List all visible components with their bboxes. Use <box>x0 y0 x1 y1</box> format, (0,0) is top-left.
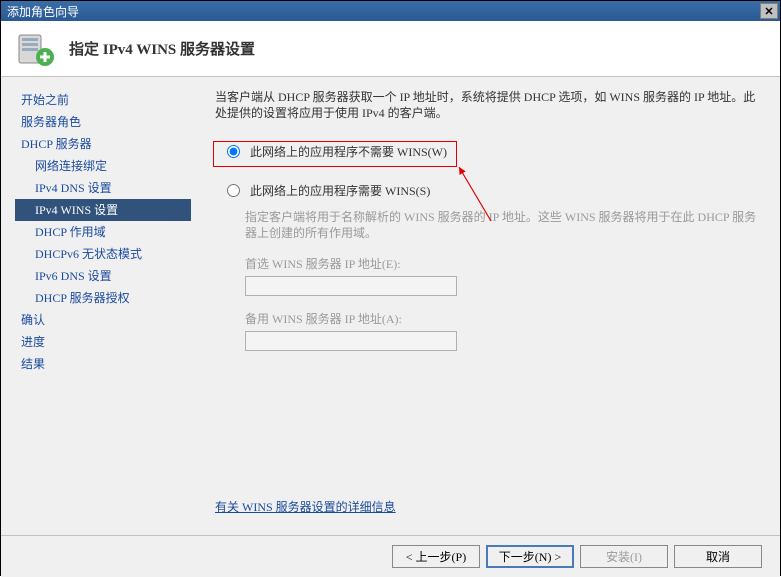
content-panel: 当客户端从 DHCP 服务器获取一个 IP 地址时，系统将提供 DHCP 选项，… <box>201 77 780 535</box>
cancel-button[interactable]: 取消 <box>674 545 762 568</box>
prev-button[interactable]: < 上一步(P) <box>392 545 480 568</box>
sidebar-item-1[interactable]: 服务器角色 <box>15 111 191 133</box>
alt-wins-label: 备用 WINS 服务器 IP 地址(A): <box>215 310 764 327</box>
sidebar-item-11[interactable]: 进度 <box>15 331 191 353</box>
sidebar: 开始之前服务器角色DHCP 服务器网络连接绑定IPv4 DNS 设置IPv4 W… <box>1 77 201 535</box>
radio-no-wins-label: 此网络上的应用程序不需要 WINS(W) <box>250 143 447 160</box>
wizard-dialog: 添加角色向导 ✕ 指定 IPv4 WINS 服务器设置 开始之前服务器角色DHC… <box>0 0 781 576</box>
sidebar-item-0[interactable]: 开始之前 <box>15 89 191 111</box>
primary-wins-label: 首选 WINS 服务器 IP 地址(E): <box>215 255 764 272</box>
radio-option-no-wins[interactable]: 此网络上的应用程序不需要 WINS(W) <box>215 143 764 160</box>
sidebar-item-5[interactable]: IPv4 WINS 设置 <box>15 199 191 221</box>
sidebar-item-8[interactable]: IPv6 DNS 设置 <box>15 265 191 287</box>
sidebar-item-12[interactable]: 结果 <box>15 353 191 375</box>
next-button[interactable]: 下一步(N) > <box>486 545 574 568</box>
sidebar-item-7[interactable]: DHCPv6 无状态模式 <box>15 243 191 265</box>
body: 开始之前服务器角色DHCP 服务器网络连接绑定IPv4 DNS 设置IPv4 W… <box>1 77 780 535</box>
sidebar-item-2[interactable]: DHCP 服务器 <box>15 133 191 155</box>
sidebar-item-10[interactable]: 确认 <box>15 309 191 331</box>
header: 指定 IPv4 WINS 服务器设置 <box>1 21 780 77</box>
close-button[interactable]: ✕ <box>760 3 778 19</box>
sidebar-item-6[interactable]: DHCP 作用域 <box>15 221 191 243</box>
footer: < 上一步(P) 下一步(N) > 安装(I) 取消 <box>1 535 780 577</box>
wins-sub-description: 指定客户端将用于名称解析的 WINS 服务器的 IP 地址。这些 WINS 服务… <box>215 209 764 241</box>
help-link[interactable]: 有关 WINS 服务器设置的详细信息 <box>215 500 396 514</box>
install-button: 安装(I) <box>580 545 668 568</box>
radio-option-need-wins[interactable]: 此网络上的应用程序需要 WINS(S) <box>215 182 764 199</box>
titlebar[interactable]: 添加角色向导 ✕ <box>1 1 780 21</box>
radio-no-wins[interactable] <box>227 145 240 158</box>
primary-wins-input <box>245 276 457 296</box>
sidebar-item-3[interactable]: 网络连接绑定 <box>15 155 191 177</box>
wizard-icon <box>15 29 55 69</box>
page-title: 指定 IPv4 WINS 服务器设置 <box>69 38 255 59</box>
help-link-row: 有关 WINS 服务器设置的详细信息 <box>215 498 396 515</box>
close-icon: ✕ <box>764 5 773 18</box>
alt-wins-input <box>245 331 457 351</box>
sidebar-item-9[interactable]: DHCP 服务器授权 <box>15 287 191 309</box>
radio-need-wins-label: 此网络上的应用程序需要 WINS(S) <box>250 182 430 199</box>
description-text: 当客户端从 DHCP 服务器获取一个 IP 地址时，系统将提供 DHCP 选项，… <box>215 89 764 121</box>
sidebar-item-4[interactable]: IPv4 DNS 设置 <box>15 177 191 199</box>
radio-need-wins[interactable] <box>227 184 240 197</box>
titlebar-text: 添加角色向导 <box>7 3 760 20</box>
